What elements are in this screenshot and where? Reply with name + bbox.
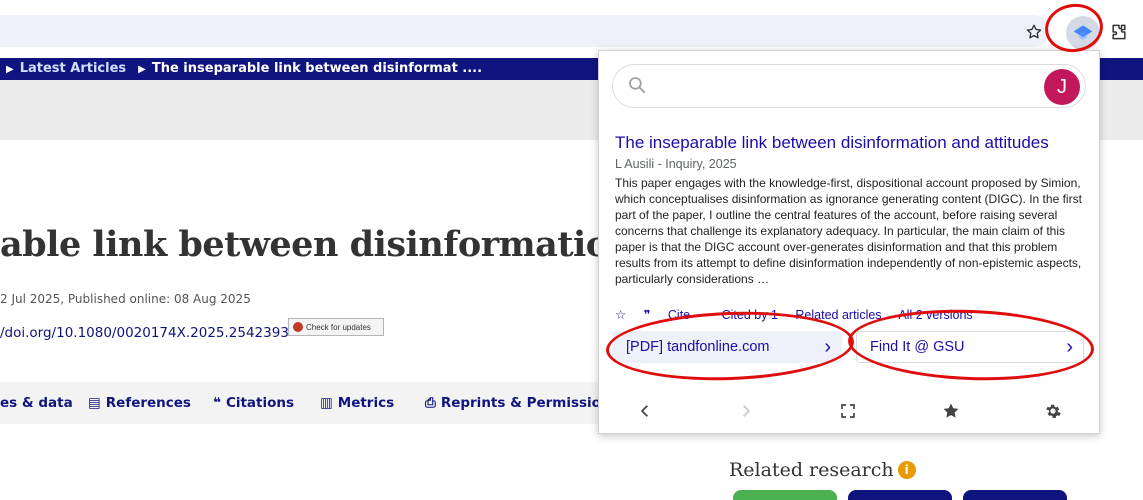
related-tab-recommended[interactable]: [848, 490, 952, 500]
article-dates: 2 Jul 2025, Published online: 08 Aug 202…: [0, 292, 251, 306]
tab-figures-data[interactable]: es & data: [0, 395, 73, 411]
cite-quote-icon: ❞: [643, 308, 654, 322]
browser-toolbar: [0, 0, 1143, 50]
chevron-right-icon: ›: [824, 336, 831, 358]
result-title-link[interactable]: The inseparable link between disinformat…: [615, 133, 1049, 153]
google-scholar-extension-button[interactable]: [1066, 16, 1100, 50]
related-articles-link[interactable]: Related articles: [795, 308, 881, 322]
save-star-icon[interactable]: ☆: [615, 308, 626, 322]
pdf-link-button[interactable]: [PDF] tandfonline.com ›: [612, 331, 842, 363]
info-icon[interactable]: i: [897, 461, 916, 479]
library-star-icon[interactable]: [936, 396, 966, 426]
address-bar[interactable]: [0, 15, 1050, 47]
all-versions-link[interactable]: All 2 versions: [898, 308, 972, 322]
check-for-updates-button[interactable]: Check for updates: [288, 318, 384, 336]
cite-link[interactable]: ❞ Cite: [644, 308, 704, 322]
previous-result-button[interactable]: [630, 396, 660, 426]
printer-icon: ⎙: [425, 395, 436, 411]
related-research-heading: Related research i: [729, 459, 916, 481]
breadcrumb-arrow-icon: ▶: [6, 64, 14, 75]
find-it-gsu-button[interactable]: Find It @ GSU ›: [856, 331, 1084, 363]
account-avatar[interactable]: J: [1044, 69, 1080, 105]
book-icon: ▤: [88, 395, 101, 411]
breadcrumb-latest-articles[interactable]: Latest Articles: [20, 61, 126, 76]
next-result-button[interactable]: [731, 396, 761, 426]
result-snippet: This paper engages with the knowledge-fi…: [615, 176, 1082, 286]
quote-icon: ❝: [213, 395, 221, 411]
scholar-popup: J The inseparable link between disinform…: [598, 50, 1100, 434]
tab-reprints-permissions[interactable]: ⎙ Reprints & Permissions: [425, 395, 619, 411]
tab-citations[interactable]: ❝ Citations: [213, 395, 294, 411]
breadcrumb-arrow-icon: ▶: [138, 64, 146, 75]
bookmark-star-icon[interactable]: [1020, 18, 1048, 46]
tab-references[interactable]: ▤ References: [88, 395, 191, 411]
doi-link[interactable]: /doi.org/10.1080/0020174X.2025.2542393: [0, 325, 289, 341]
tab-metrics[interactable]: ▥ Metrics: [320, 395, 394, 411]
breadcrumb-current: The inseparable link between disinformat…: [151, 61, 483, 76]
crossmark-icon: [293, 322, 303, 332]
scholar-search-input[interactable]: [612, 64, 1086, 108]
cited-by-link[interactable]: Cited by 1: [722, 308, 778, 322]
result-authors: L Ausili - Inquiry, 2025: [615, 157, 737, 171]
chevron-right-icon: ›: [1066, 336, 1073, 358]
search-icon: [627, 75, 647, 100]
related-tab-people[interactable]: [733, 490, 837, 500]
extensions-puzzle-icon[interactable]: [1105, 18, 1133, 46]
related-tab-cited[interactable]: [963, 490, 1067, 500]
settings-gear-icon[interactable]: [1038, 396, 1068, 426]
result-actions: ☆ ❞ Cite Cited by 1 Related articles All…: [615, 307, 987, 322]
bar-chart-icon: ▥: [320, 395, 333, 411]
check-updates-label: Check for updates: [306, 322, 371, 332]
fullscreen-icon[interactable]: [833, 396, 863, 426]
scholar-cap-icon: [1073, 25, 1093, 40]
